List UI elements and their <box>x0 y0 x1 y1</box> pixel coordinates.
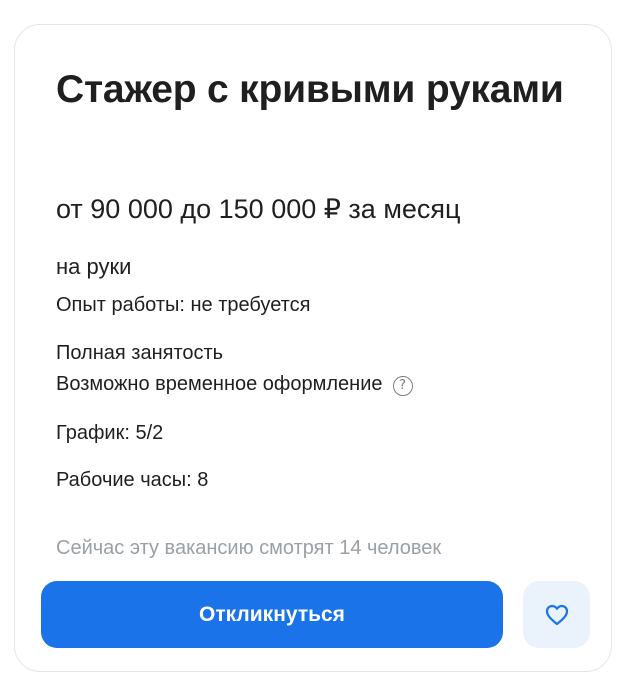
vacancy-card: Стажер с кривыми руками от 90 000 до 150… <box>14 24 612 672</box>
temp-registration-label: Возможно временное оформление <box>56 373 383 395</box>
vacancy-title: Стажер с кривыми руками <box>56 68 564 111</box>
salary-range: от 90 000 до 150 000 ₽ за месяц <box>56 194 461 224</box>
schedule-info: График: 5/2 <box>56 422 164 444</box>
employment-type: Полная занятость <box>56 342 224 364</box>
respond-button[interactable]: Откликнуться <box>41 581 503 648</box>
page: Стажер с кривыми руками от 90 000 до 150… <box>0 0 620 675</box>
heart-outline-icon <box>545 604 568 625</box>
temp-registration-row: Возможно временное оформление? <box>56 370 413 398</box>
favorite-button[interactable] <box>523 581 590 648</box>
viewers-count: Сейчас эту вакансию смотрят 14 человек <box>56 537 442 559</box>
help-circle-icon[interactable]: ? <box>392 375 413 396</box>
working-hours-info: Рабочие часы: 8 <box>56 469 209 491</box>
salary-note: на руки <box>56 254 132 279</box>
experience-info: Опыт работы: не требуется <box>56 294 311 316</box>
